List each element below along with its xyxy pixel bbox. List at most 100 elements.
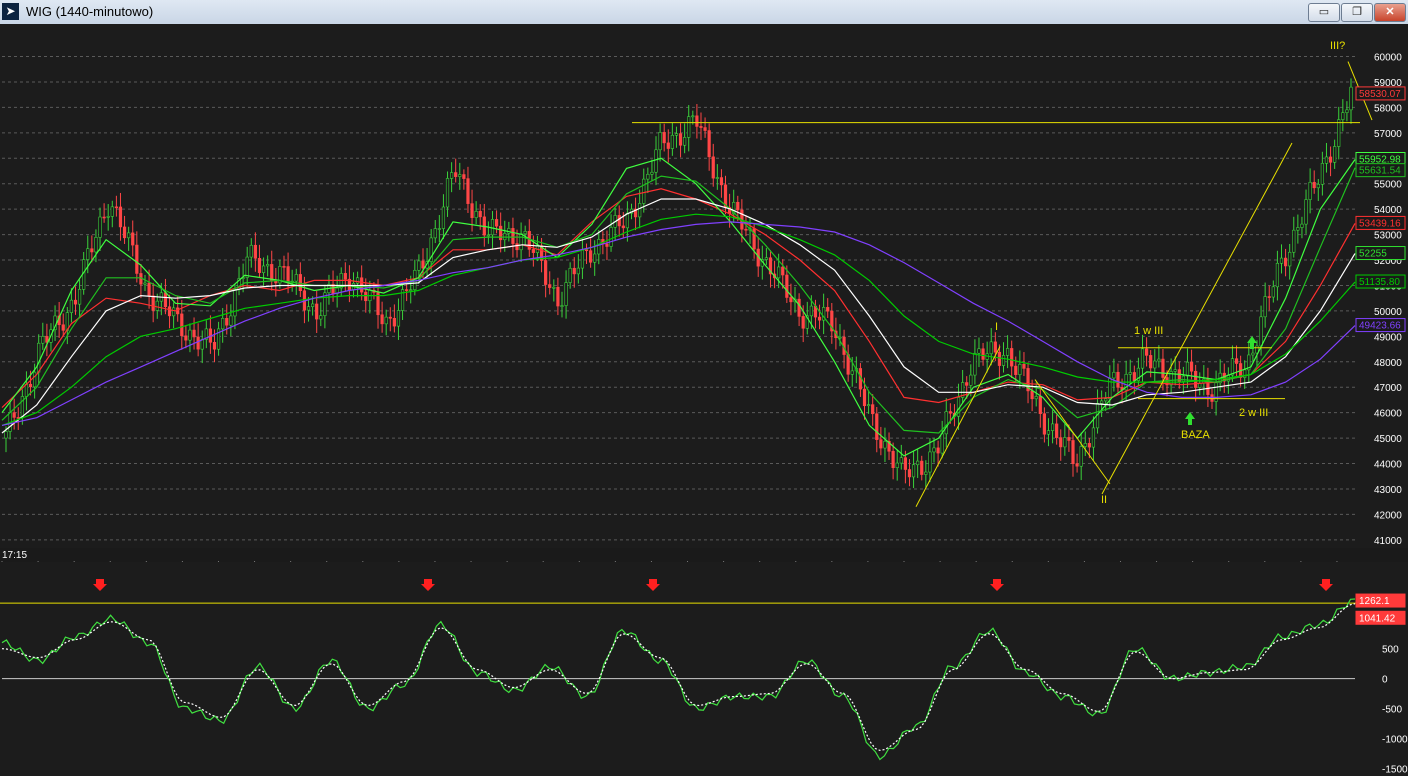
candle-body	[1173, 369, 1177, 372]
candle-body	[1234, 358, 1239, 364]
candle-body	[781, 266, 785, 276]
candle-body	[1337, 119, 1341, 147]
candle-body	[1055, 423, 1059, 438]
candle-body	[899, 457, 903, 464]
candle-body	[519, 233, 523, 251]
wave-annotation: II	[1101, 494, 1107, 506]
candle-body	[135, 244, 139, 274]
candle-body	[188, 329, 192, 341]
candle-body	[249, 244, 253, 258]
oscillator-value-badge: 1262.1	[1359, 596, 1390, 607]
oscillator-tick-label: -1000	[1382, 734, 1408, 745]
candle-body	[683, 137, 687, 146]
candle-body	[172, 307, 176, 317]
ma-value-badge: 49423.66	[1359, 321, 1401, 332]
candle-body	[1312, 181, 1316, 189]
candle-body	[1279, 257, 1284, 264]
candle-body	[294, 274, 298, 282]
candle-body	[866, 404, 871, 407]
candle-body	[1263, 296, 1267, 318]
wave-annotation: BAZA	[1181, 429, 1210, 441]
candle-body	[1283, 257, 1288, 267]
candle-body	[486, 234, 491, 237]
candle-body	[572, 267, 576, 275]
oscillator-tick-label: -500	[1382, 705, 1402, 716]
candle-body	[936, 447, 940, 454]
candle-body	[98, 216, 102, 238]
candle-body	[1034, 396, 1038, 400]
ma-value-badge: 55631.54	[1359, 166, 1401, 177]
candle-body	[871, 404, 875, 415]
candle-body	[969, 374, 973, 386]
ma-value-badge: 51135.80	[1359, 277, 1400, 288]
candle-body	[1087, 443, 1091, 448]
candle-body	[695, 115, 699, 127]
chart-canvas[interactable]: 41000 42000 43000 44000 45000 46000 47000 48000…	[0, 0, 1408, 776]
candle-body	[564, 282, 568, 306]
candle-body	[932, 447, 936, 453]
candle-body	[184, 335, 188, 341]
price-tick-label: 49000	[1374, 332, 1402, 343]
candle-body	[875, 413, 879, 440]
candle-body	[257, 257, 262, 273]
candle-body	[94, 237, 98, 253]
ma-value-badge: 52255	[1359, 249, 1387, 260]
candle-body	[580, 249, 585, 269]
candle-body	[715, 177, 719, 179]
candle-body	[155, 300, 159, 311]
candle-body	[1042, 413, 1046, 435]
candle-body	[319, 315, 323, 320]
candle-body	[973, 352, 977, 376]
candle-body	[253, 244, 257, 259]
candle-body	[466, 178, 470, 204]
price-tick-label: 43000	[1374, 485, 1402, 496]
candle-body	[1320, 163, 1324, 185]
candle-body	[409, 289, 413, 291]
candle-body	[212, 342, 217, 350]
candle-body	[801, 316, 805, 329]
candle-body	[298, 274, 302, 292]
candle-body	[1324, 156, 1329, 164]
candle-body	[911, 464, 916, 478]
price-tick-label: 57000	[1374, 129, 1402, 140]
candle-body	[1030, 390, 1034, 400]
candle-body	[1267, 296, 1271, 298]
candle-body	[593, 253, 597, 263]
candle-body	[311, 303, 315, 307]
candle-body	[1316, 184, 1320, 189]
candle-body	[1063, 437, 1067, 448]
oscillator-tick-label: 500	[1382, 645, 1399, 656]
candle-body	[638, 203, 642, 218]
candle-body	[1018, 363, 1022, 375]
candle-body	[1275, 262, 1280, 288]
candle-body	[458, 174, 462, 177]
candle-body	[77, 289, 82, 305]
candle-body	[192, 329, 196, 338]
candle-body	[1161, 358, 1165, 378]
candle-body	[33, 371, 37, 388]
candle-body	[650, 171, 654, 175]
price-tick-label: 41000	[1374, 536, 1402, 547]
candle-body	[86, 248, 90, 260]
candle-body	[1230, 358, 1235, 376]
wave-annotation: 2 w III	[1239, 407, 1268, 419]
candle-body	[691, 115, 695, 118]
candle-body	[1067, 437, 1071, 441]
candle-body	[1210, 394, 1214, 402]
candle-body	[948, 411, 952, 414]
candle-body	[384, 316, 388, 325]
candle-body	[405, 289, 409, 291]
price-tick-label: 42000	[1374, 510, 1402, 521]
candle-body	[666, 142, 670, 149]
candle-body	[809, 305, 813, 317]
candle-body	[1181, 375, 1185, 382]
oscillator-panel: -1500-1000-500050010001262.11041.42	[0, 562, 1408, 776]
price-tick-label: 44000	[1374, 460, 1402, 471]
candle-body	[589, 250, 593, 263]
candle-body	[1189, 361, 1194, 372]
candle-body	[1046, 430, 1051, 435]
candle-body	[862, 388, 867, 407]
candle-body	[1251, 352, 1255, 356]
candle-body	[658, 132, 662, 151]
candle-body	[785, 274, 789, 298]
